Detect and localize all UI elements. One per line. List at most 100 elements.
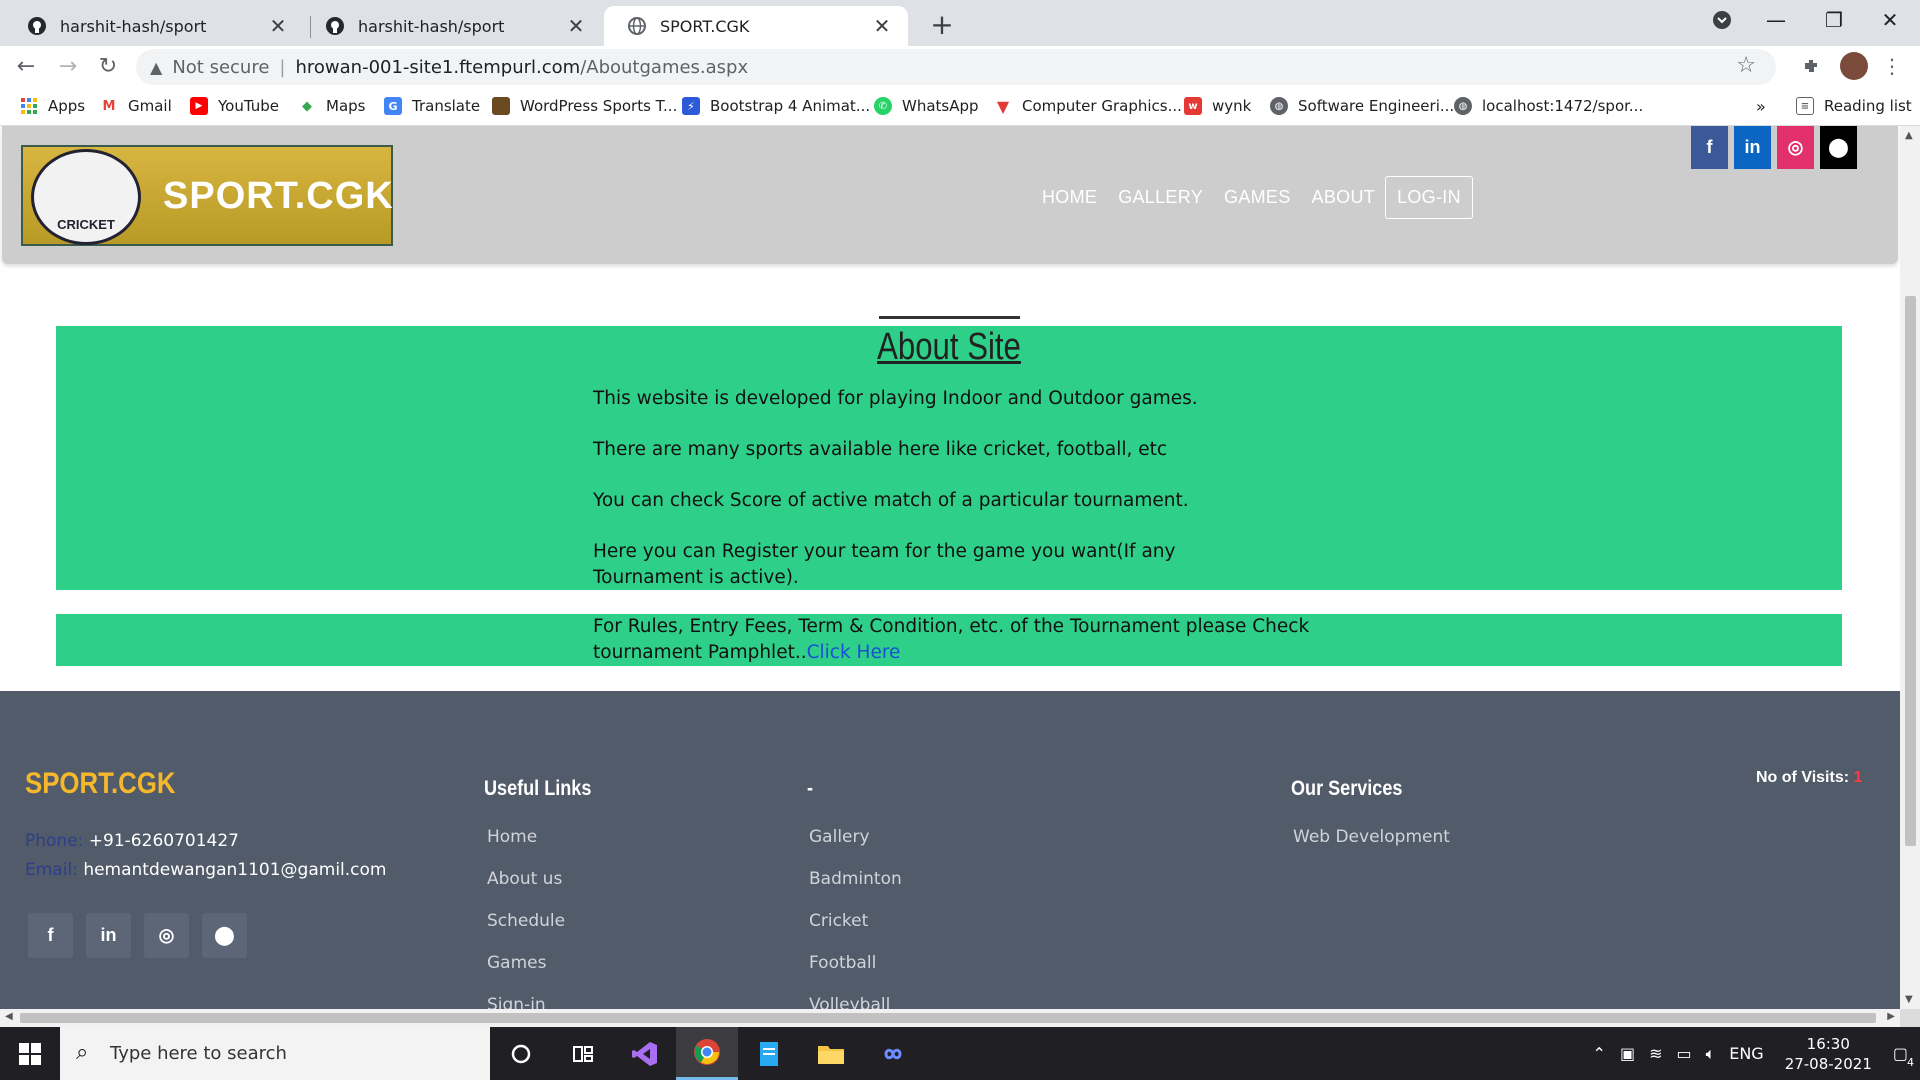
nav-games[interactable]: GAMES: [1224, 187, 1291, 208]
taskbar-search[interactable]: ⌕ Type here to search: [60, 1027, 490, 1080]
bookmark-wynk[interactable]: w wynk: [1184, 86, 1251, 126]
file-explorer-icon[interactable]: [800, 1027, 862, 1080]
bookmark-label: WordPress Sports T...: [520, 97, 678, 115]
footer-link-web-development[interactable]: Web Development: [1293, 827, 1450, 847]
meet-now-icon[interactable]: ▣: [1620, 1044, 1635, 1063]
clock-date: 27-08-2021: [1784, 1054, 1872, 1073]
tab-title: harshit-hash/sport: [60, 16, 207, 36]
github-icon[interactable]: ⬤: [202, 913, 247, 958]
reading-list-button[interactable]: ≡ Reading list: [1796, 86, 1912, 126]
windows-logo-icon: [19, 1042, 41, 1065]
bookmark-youtube[interactable]: ▶ YouTube: [190, 86, 279, 126]
footer-link-schedule[interactable]: Schedule: [487, 911, 565, 931]
address-bar[interactable]: ▲ Not secure | hrowan-001-site1.ftempurl…: [136, 49, 1776, 85]
services-title: Our Services: [1291, 777, 1403, 800]
footer-link-games[interactable]: Games: [487, 953, 546, 973]
facebook-icon[interactable]: f: [28, 913, 73, 958]
footer-link-badminton[interactable]: Badminton: [809, 869, 902, 889]
bookmark-star-icon[interactable]: ☆: [1736, 53, 1756, 78]
login-button[interactable]: LOG-IN: [1385, 176, 1473, 219]
scroll-right-arrow-icon[interactable]: ▶: [1887, 1011, 1895, 1022]
reload-icon[interactable]: ↻: [92, 50, 124, 82]
scroll-left-arrow-icon[interactable]: ◀: [5, 1011, 13, 1022]
language-indicator[interactable]: ENG: [1729, 1044, 1763, 1063]
back-icon[interactable]: ←: [10, 50, 42, 82]
bookmark-maps[interactable]: ◆ Maps: [298, 86, 365, 126]
close-icon[interactable]: ✕: [870, 14, 894, 38]
scrollbar-thumb[interactable]: [1905, 296, 1916, 846]
minimize-button[interactable]: —: [1748, 0, 1804, 40]
battery-icon[interactable]: ▭: [1676, 1044, 1691, 1063]
instagram-icon[interactable]: ◎: [1777, 126, 1814, 169]
clock[interactable]: 16:30 27-08-2021: [1785, 1034, 1872, 1074]
linkedin-icon[interactable]: in: [86, 913, 131, 958]
browser-tab[interactable]: harshit-hash/sport ✕: [302, 6, 602, 46]
notepad-icon[interactable]: [738, 1027, 800, 1080]
apps-grid-icon: [20, 97, 38, 115]
warning-icon[interactable]: ▲: [150, 58, 162, 77]
bookmark-bootstrap[interactable]: ⚡ Bootstrap 4 Animat...: [682, 86, 870, 126]
footer-link-home[interactable]: Home: [487, 827, 537, 847]
visual-studio-icon[interactable]: [614, 1027, 676, 1080]
extensions-icon[interactable]: [1795, 50, 1827, 82]
scrollbar-thumb[interactable]: [20, 1013, 1876, 1023]
footer-link-about[interactable]: About us: [487, 869, 562, 889]
facebook-icon[interactable]: f: [1691, 126, 1728, 169]
main-nav: HOME GALLERY GAMES ABOUT LOG-IN: [1042, 176, 1494, 219]
infinity-app-icon[interactable]: [862, 1027, 924, 1080]
close-icon[interactable]: ✕: [266, 14, 290, 38]
tab-title: harshit-hash/sport: [358, 16, 505, 36]
restore-button[interactable]: ❐: [1806, 0, 1862, 40]
profile-avatar[interactable]: [1838, 50, 1870, 82]
vertical-scrollbar[interactable]: ▲ ▼: [1900, 126, 1920, 1009]
reading-list-label: Reading list: [1824, 97, 1912, 115]
chrome-icon[interactable]: [676, 1027, 738, 1080]
footer-link-cricket[interactable]: Cricket: [809, 911, 868, 931]
github-icon[interactable]: ⬤: [1820, 126, 1857, 169]
nav-about[interactable]: ABOUT: [1312, 187, 1376, 208]
bookmark-wordpress[interactable]: WordPress Sports T...: [492, 86, 677, 126]
linkedin-icon[interactable]: in: [1734, 126, 1771, 169]
wifi-icon[interactable]: ≋: [1649, 1044, 1662, 1063]
gmail-icon: M: [102, 98, 116, 114]
cortana-icon[interactable]: [490, 1027, 552, 1080]
menu-kebab-icon[interactable]: ⋮: [1876, 50, 1908, 82]
bookmark-whatsapp[interactable]: ✆ WhatsApp: [874, 86, 979, 126]
forward-icon[interactable]: →: [52, 50, 84, 82]
github-icon: [26, 15, 48, 37]
footer-link-signin[interactable]: Sign-in: [487, 995, 546, 1009]
notifications-icon[interactable]: ▢ 4: [1893, 1044, 1914, 1069]
bookmark-gmail[interactable]: M Gmail: [100, 86, 172, 126]
chevron-up-icon[interactable]: ⌃: [1593, 1044, 1606, 1063]
scroll-down-arrow-icon[interactable]: ▼: [1905, 994, 1913, 1005]
nav-home[interactable]: HOME: [1042, 187, 1097, 208]
new-tab-button[interactable]: +: [922, 6, 962, 46]
footer-link-football[interactable]: Football: [809, 953, 876, 973]
bookmark-localhost[interactable]: ◍ localhost:1472/spor...: [1454, 86, 1643, 126]
browser-tab-active[interactable]: SPORT.CGK ✕: [604, 6, 908, 46]
close-window-button[interactable]: ✕: [1862, 0, 1918, 40]
bookmark-apps[interactable]: Apps: [20, 86, 85, 126]
security-label[interactable]: Not secure: [172, 57, 269, 78]
volume-icon[interactable]: 🔈︎: [1706, 1044, 1716, 1064]
bookmark-software-engineering[interactable]: ◍ Software Engineeri...: [1270, 86, 1454, 126]
bookmark-translate[interactable]: G Translate: [384, 86, 480, 126]
bookmark-computer-graphics[interactable]: ▼ Computer Graphics...: [994, 86, 1182, 126]
header-social-links: f in ◎ ⬤: [1691, 126, 1857, 169]
scroll-up-arrow-icon[interactable]: ▲: [1905, 130, 1913, 141]
browser-tab[interactable]: harshit-hash/sport ✕: [4, 6, 304, 46]
close-icon[interactable]: ✕: [564, 14, 588, 38]
page-viewport: CRICKET SPORT.CGK f in ◎ ⬤ HOME GALLERY …: [0, 126, 1900, 1009]
instagram-icon[interactable]: ◎: [144, 913, 189, 958]
click-here-link[interactable]: Click Here: [807, 642, 901, 663]
horizontal-scrollbar[interactable]: ◀ ▶: [0, 1009, 1900, 1027]
site-logo[interactable]: CRICKET SPORT.CGK: [21, 145, 393, 246]
nav-gallery[interactable]: GALLERY: [1118, 187, 1203, 208]
footer-link-volleyball[interactable]: Volleyball: [809, 995, 890, 1009]
bookmarks-overflow[interactable]: »: [1756, 86, 1766, 126]
start-button[interactable]: [0, 1027, 60, 1080]
globe-icon: [626, 15, 648, 37]
task-view-icon[interactable]: [552, 1027, 614, 1080]
footer-link-gallery[interactable]: Gallery: [809, 827, 870, 847]
tab-search-icon[interactable]: [1694, 0, 1750, 40]
